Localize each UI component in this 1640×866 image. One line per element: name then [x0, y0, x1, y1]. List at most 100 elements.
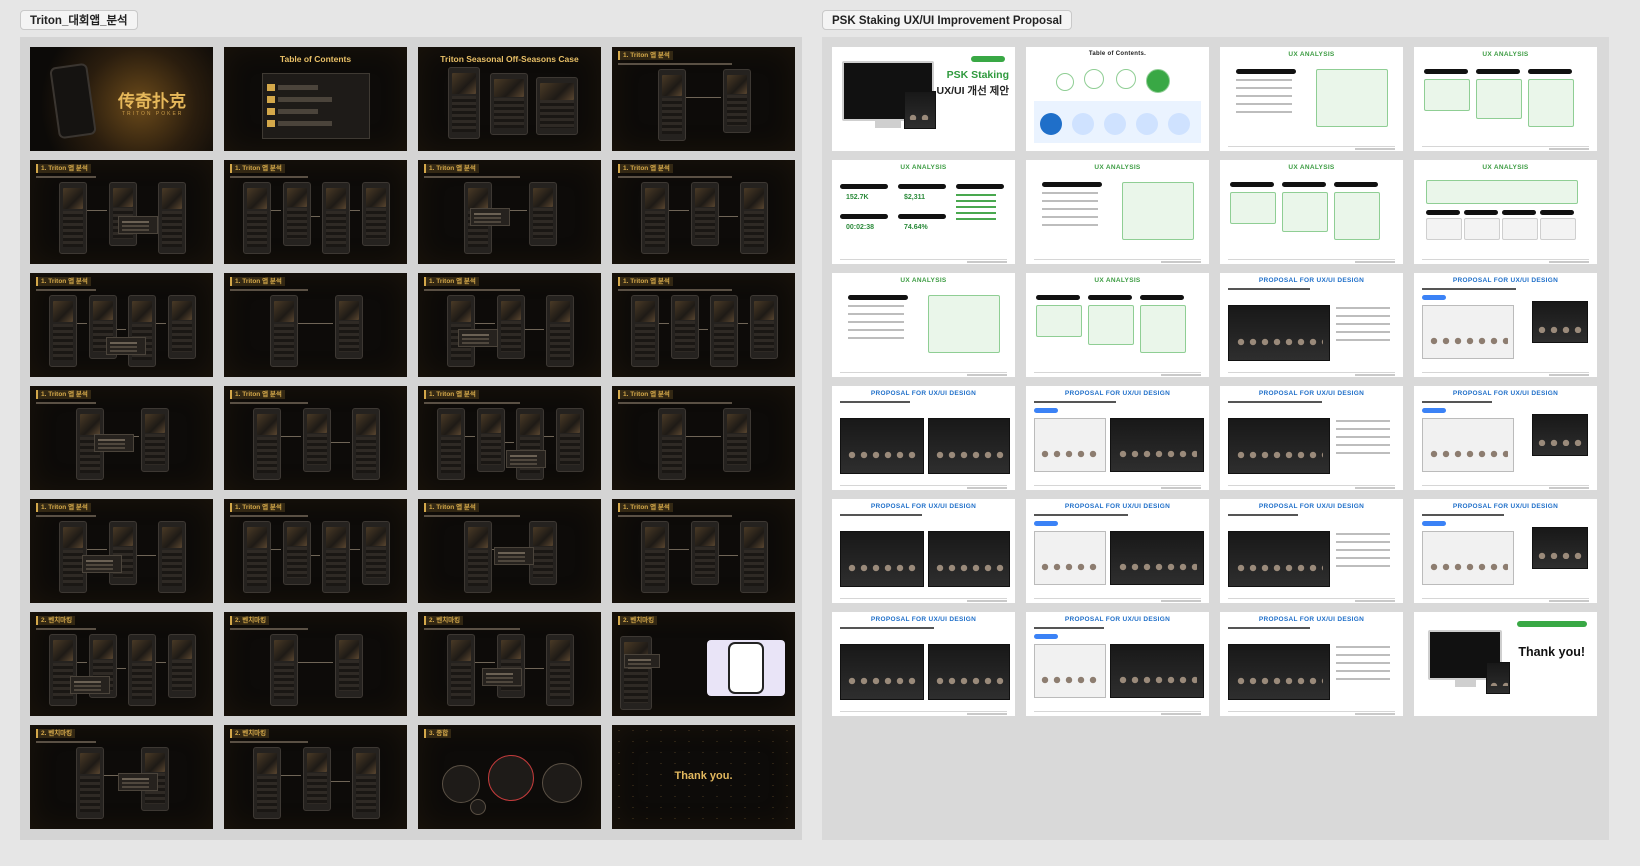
triton-group-label[interactable]: Triton_대회앱_분석	[20, 10, 138, 30]
tablet-mockup	[904, 91, 936, 129]
psk-slide-thumbnail[interactable]: PROPOSAL FOR UX/UI DESIGN	[1414, 499, 1597, 603]
triton-slide-thumbnail[interactable]: 2. 벤치마킹	[224, 612, 407, 716]
before-screenshot	[1034, 418, 1106, 472]
triton-slide-thumbnail[interactable]: 1. Triton 앱 분석	[612, 47, 795, 151]
triton-slide-thumbnail[interactable]: 1. Triton 앱 분석	[224, 386, 407, 490]
psk-slide-thumbnail[interactable]: PROPOSAL FOR UX/UI DESIGN	[1026, 386, 1209, 490]
slide-title: 1. Triton 앱 분석	[424, 277, 479, 286]
triton-slide-thumbnail[interactable]: 1. Triton 앱 분석	[418, 273, 601, 377]
proposal-note-line	[1336, 339, 1390, 341]
triton-slide-thumbnail[interactable]: 2. 벤치마킹	[30, 725, 213, 829]
triton-slide-thumbnail[interactable]: 传奇扑克 TRITON POKER	[30, 47, 213, 151]
triton-slide-thumbnail[interactable]: 1. Triton 앱 분석	[224, 160, 407, 264]
mobile-mockup	[1532, 527, 1588, 569]
triton-slide-thumbnail[interactable]: 1. Triton 앱 분석	[418, 499, 601, 603]
toc-proposal-circle	[1136, 113, 1158, 135]
proposal-note-line	[1336, 670, 1390, 672]
slide-title: PROPOSAL FOR UX/UI DESIGN	[1064, 616, 1171, 623]
triton-slide-thumbnail[interactable]: 2. 벤치마킹	[612, 612, 795, 716]
metric-header	[898, 184, 946, 189]
triton-slide-thumbnail[interactable]: 1. Triton 앱 분석	[30, 499, 213, 603]
before-screenshot	[1034, 531, 1106, 585]
app-screenshot	[620, 636, 652, 710]
triton-slide-thumbnail[interactable]: 3. 종합	[418, 725, 601, 829]
slide-subtitle-line	[1422, 514, 1504, 516]
psk-slide-thumbnail[interactable]: PROPOSAL FOR UX/UI DESIGN	[1026, 612, 1209, 716]
slide-title: Triton Seasonal Off-Seasons Case	[440, 54, 579, 64]
analysis-header	[1036, 295, 1080, 300]
psk-slide-thumbnail[interactable]: UX ANALYSIS	[832, 273, 1015, 377]
annotation-box	[82, 555, 122, 573]
app-screenshot	[108, 521, 137, 585]
psk-slide-thumbnail[interactable]: PROPOSAL FOR UX/UI DESIGN	[832, 612, 1015, 716]
app-screenshot	[49, 295, 78, 367]
psk-frame-board[interactable]: PSK Staking UX/UI 개선 제안 Table of Contents.…	[822, 37, 1609, 840]
mobile-mockup	[1532, 414, 1588, 456]
flow-arrow	[718, 555, 738, 556]
flow-arrow	[271, 210, 281, 211]
triton-slide-thumbnail[interactable]: 1. Triton 앱 분석	[418, 386, 601, 490]
triton-slide-thumbnail[interactable]: Triton Seasonal Off-Seasons Case	[418, 47, 601, 151]
analysis-line	[848, 313, 904, 315]
triton-slide-thumbnail[interactable]: 1. Triton 앱 분석	[612, 499, 795, 603]
psk-slide-thumbnail[interactable]: UX ANALYSIS	[1026, 273, 1209, 377]
analysis-box	[928, 295, 1000, 353]
triton-slide-thumbnail[interactable]: 1. Triton 앱 분석	[612, 273, 795, 377]
psk-slide-thumbnail[interactable]: UX ANALYSIS	[1220, 47, 1403, 151]
psk-slide-thumbnail[interactable]: UX ANALYSIS	[1026, 160, 1209, 264]
triton-slide-thumbnail[interactable]: 1. Triton 앱 분석	[612, 160, 795, 264]
psk-slide-thumbnail[interactable]: PROPOSAL FOR UX/UI DESIGN	[1414, 386, 1597, 490]
triton-slide-thumbnail[interactable]: 1. Triton 앱 분석	[30, 160, 213, 264]
triton-slide-thumbnail[interactable]: 1. Triton 앱 분석	[224, 499, 407, 603]
triton-slide-thumbnail[interactable]: 2. 벤치마킹	[418, 612, 601, 716]
analysis-line	[1042, 224, 1098, 226]
triton-slide-thumbnail[interactable]: 2. 벤치마킹	[224, 725, 407, 829]
flow-arrow	[281, 436, 301, 437]
analysis-line	[848, 337, 904, 339]
slide-title: 1. Triton 앱 분석	[424, 503, 479, 512]
analysis-header	[1528, 69, 1572, 74]
slide-title: PROPOSAL FOR UX/UI DESIGN	[1258, 277, 1365, 284]
triton-slide-thumbnail[interactable]: Table of Contents	[224, 47, 407, 151]
analysis-header	[1282, 182, 1326, 187]
psk-slide-thumbnail[interactable]: PROPOSAL FOR UX/UI DESIGN	[832, 386, 1015, 490]
psk-slide-thumbnail[interactable]: Table of Contents.	[1026, 47, 1209, 151]
analysis-line	[1042, 200, 1098, 202]
psk-slide-thumbnail[interactable]: PROPOSAL FOR UX/UI DESIGN	[832, 499, 1015, 603]
triton-slide-thumbnail[interactable]: 1. Triton 앱 분석	[224, 273, 407, 377]
triton-slide-thumbnail[interactable]: 1. Triton 앱 분석	[30, 273, 213, 377]
slide-footer	[1034, 711, 1201, 715]
slide-footer	[840, 485, 1007, 489]
psk-slide-thumbnail[interactable]: PROPOSAL FOR UX/UI DESIGN	[1026, 499, 1209, 603]
slide-title: 3. 종합	[424, 729, 452, 738]
cover-badge	[971, 56, 1005, 62]
slide-title: PROPOSAL FOR UX/UI DESIGN	[1258, 390, 1365, 397]
triton-slide-thumbnail[interactable]: Thank you.	[612, 725, 795, 829]
triton-frame-board[interactable]: 传奇扑克 TRITON POKER Table of Contents Triton …	[20, 37, 802, 840]
psk-slide-thumbnail[interactable]: PROPOSAL FOR UX/UI DESIGN	[1220, 386, 1403, 490]
psk-slide-thumbnail[interactable]: PROPOSAL FOR UX/UI DESIGN	[1220, 612, 1403, 716]
psk-slide-thumbnail[interactable]: PSK Staking UX/UI 개선 제안	[832, 47, 1015, 151]
psk-slide-thumbnail[interactable]: Thank you!	[1414, 612, 1597, 716]
app-screenshot	[335, 634, 364, 698]
analysis-box	[1088, 305, 1134, 345]
annotation-box	[494, 547, 534, 565]
triton-slide-thumbnail[interactable]: 1. Triton 앱 분석	[30, 386, 213, 490]
metric-header	[956, 184, 1004, 189]
app-screenshot	[302, 747, 331, 811]
toc-proposal-circle	[1072, 113, 1094, 135]
psk-slide-thumbnail[interactable]: PROPOSAL FOR UX/UI DESIGN	[1414, 273, 1597, 377]
psk-slide-thumbnail[interactable]: UX ANALYSIS	[1414, 47, 1597, 151]
psk-slide-thumbnail[interactable]: PROPOSAL FOR UX/UI DESIGN	[1220, 499, 1403, 603]
psk-slide-thumbnail[interactable]: PROPOSAL FOR UX/UI DESIGN	[1220, 273, 1403, 377]
psk-group-label[interactable]: PSK Staking UX/UI Improvement Proposal	[822, 10, 1073, 30]
triton-slide-thumbnail[interactable]: 1. Triton 앱 분석	[612, 386, 795, 490]
metric-list-line	[956, 212, 996, 214]
triton-slide-thumbnail[interactable]: 2. 벤치마킹	[30, 612, 213, 716]
annotation-box	[118, 216, 158, 234]
psk-slide-thumbnail[interactable]: UX ANALYSIS	[1220, 160, 1403, 264]
psk-slide-thumbnail[interactable]: UX ANALYSIS 152.7K $2,311 00:02:38 74.64%	[832, 160, 1015, 264]
slide-title: UX ANALYSIS	[1288, 164, 1335, 171]
psk-slide-thumbnail[interactable]: UX ANALYSIS	[1414, 160, 1597, 264]
triton-slide-thumbnail[interactable]: 1. Triton 앱 분석	[418, 160, 601, 264]
